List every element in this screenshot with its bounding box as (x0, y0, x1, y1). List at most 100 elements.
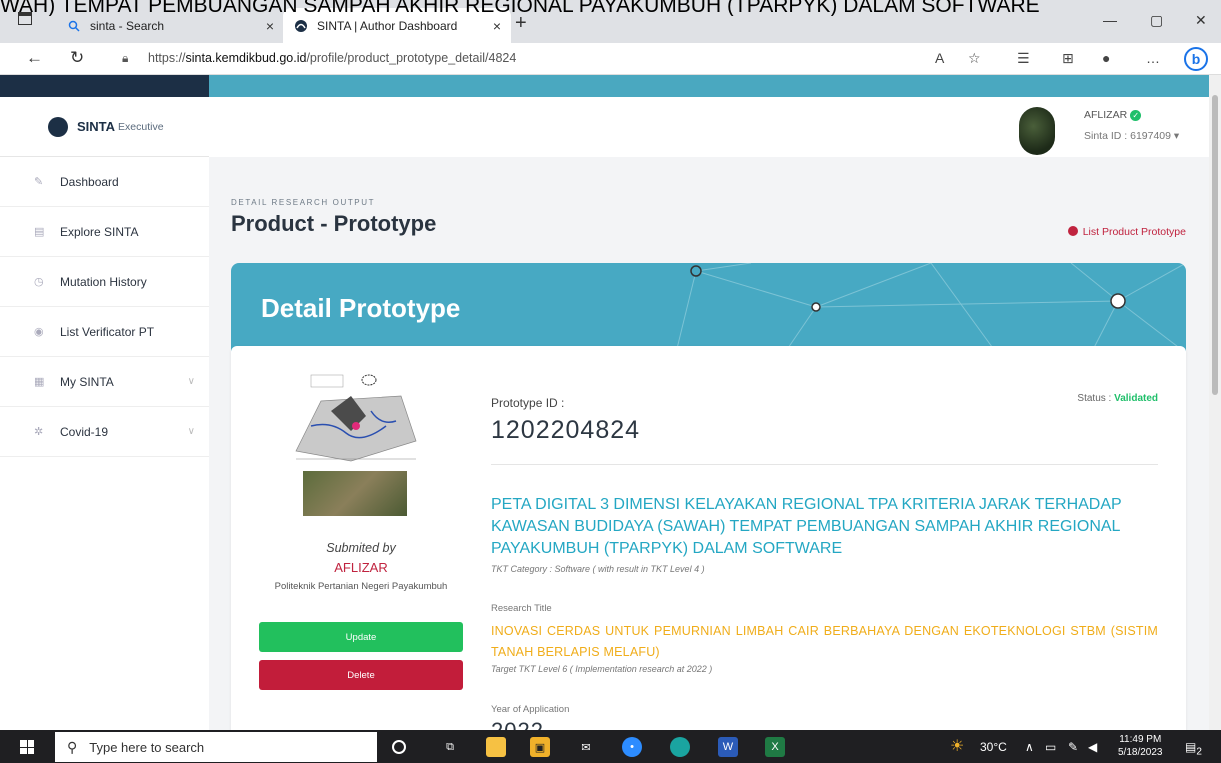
research-title: INOVASI CERDAS UNTUK PEMURNIAN LIMBAH CA… (491, 624, 1158, 659)
taskbar-search-placeholder: Type here to search (89, 739, 205, 755)
close-icon[interactable]: × (266, 18, 274, 34)
word-icon[interactable]: W (718, 737, 738, 757)
close-icon[interactable]: × (493, 18, 501, 34)
back-icon[interactable]: ← (26, 48, 43, 68)
user-name[interactable]: AFLIZAR ✓ (1084, 109, 1142, 121)
divider (491, 464, 1158, 465)
cortana-icon[interactable] (392, 740, 406, 754)
sidebar-item-mutation-history[interactable]: ◷ Mutation History (0, 257, 209, 307)
network-icon[interactable]: ▭ (1045, 740, 1056, 754)
document-icon: ▤ (34, 226, 45, 238)
page-kicker: DETAIL RESEARCH OUTPUT (231, 198, 376, 207)
mail-icon[interactable]: ✉ (576, 737, 596, 757)
brand-name: SINTA (77, 119, 116, 134)
page-viewport: SINTA Executive ✎ Dashboard ▤ Explore SI… (0, 75, 1209, 730)
clock[interactable]: 11:49 PM 5/18/2023 (1118, 733, 1163, 759)
prototype-title: PETA DIGITAL 3 DIMENSI KELAYAKAN REGIONA… (491, 496, 1122, 557)
tab-label: sinta - Search (90, 18, 165, 33)
edge-icon[interactable] (670, 737, 690, 757)
submitter-name[interactable]: AFLIZAR (231, 560, 491, 575)
page-scrollbar[interactable] (1209, 75, 1221, 730)
year-value: 2022 (491, 718, 544, 730)
url-field[interactable]: https://sinta.kemdikbud.go.id/profile/pr… (148, 51, 516, 65)
search-icon (66, 18, 82, 34)
zoom-icon[interactable]: • (622, 737, 642, 757)
list-product-prototype-link[interactable]: List Product Prototype (1067, 226, 1186, 238)
address-bar: ← ↻ 🔒︎ https://sinta.kemdikbud.go.id/pro… (0, 43, 1221, 75)
favorite-star-icon[interactable]: ☆ (968, 50, 981, 67)
taskbar: ⚲ Type here to search ⧉ ▣ ✉ • W X ☀ 30°C… (0, 730, 1221, 763)
temperature[interactable]: 30°C (980, 740, 1007, 754)
scrollbar-thumb[interactable] (1212, 95, 1218, 395)
chevron-down-icon: ∨ (187, 426, 195, 437)
sidebar-item-list-verificator[interactable]: ◉ List Verificator PT (0, 307, 209, 357)
chevron-down-icon: ∨ (187, 376, 195, 387)
search-icon: ⚲ (67, 738, 78, 755)
header: AFLIZAR ✓ Sinta ID : 6197409 ▾ (209, 97, 1209, 157)
verified-check-icon: ✓ (1130, 110, 1142, 121)
sidebar-item-my-sinta[interactable]: ▦ My SINTA ∨ (0, 357, 209, 407)
file-explorer-icon[interactable] (486, 737, 506, 757)
store-icon[interactable]: ▣ (530, 737, 550, 757)
prototype-map-thumbnail[interactable] (291, 371, 421, 466)
bing-chat-icon[interactable]: b (1184, 47, 1208, 71)
history-icon: ◷ (34, 276, 44, 288)
notifications-icon[interactable]: ▤2 (1185, 740, 1202, 757)
favorites-icon[interactable]: ☰ (1017, 50, 1030, 67)
sidebar-item-dashboard[interactable]: ✎ Dashboard (0, 157, 209, 207)
volume-icon[interactable]: ◀ (1088, 740, 1097, 754)
sinta-id[interactable]: Sinta ID : 6197409 ▾ (1084, 130, 1179, 142)
brand-logo[interactable]: SINTA Executive (0, 97, 209, 157)
tkt-category: TKT Category : Software ( with result in… (491, 564, 705, 574)
excel-icon[interactable]: X (765, 737, 785, 757)
satellite-thumbnail[interactable] (303, 471, 407, 516)
sidebar-item-label: My SINTA (60, 374, 114, 389)
sidebar-top-band (0, 75, 209, 97)
sidebar-item-label: Covid-19 (60, 424, 109, 439)
sidebar-item-explore-sinta[interactable]: ▤ Explore SINTA (0, 207, 209, 257)
collections-icon[interactable]: ⊞ (1062, 50, 1074, 67)
brand-sub: Executive (118, 120, 164, 133)
year-label: Year of Application (491, 704, 570, 715)
sidebar-item-label: Mutation History (60, 274, 147, 289)
detail-card: Submited by AFLIZAR Politeknik Pertanian… (231, 346, 1186, 730)
tab-label: SINTA | Author Dashboard (317, 18, 458, 33)
sinta-icon (293, 18, 309, 34)
profile-icon[interactable]: ● (1102, 50, 1110, 66)
prototype-id-label: Prototype ID : (491, 396, 565, 410)
page-title: Product - Prototype (231, 211, 437, 236)
pen-icon[interactable]: ✎ (1068, 740, 1078, 754)
prototype-id: 1202204824 (491, 416, 641, 444)
weather-icon[interactable]: ☀ (950, 736, 964, 756)
more-options-icon[interactable]: … (1146, 50, 1160, 66)
submitted-by-label: Submited by (326, 541, 396, 555)
taskbar-search[interactable]: ⚲ Type here to search (55, 732, 377, 762)
task-view-icon[interactable]: ⧉ (440, 737, 460, 757)
windows-start-icon[interactable] (20, 740, 34, 754)
avatar[interactable] (1019, 107, 1055, 155)
overlay-page-title-text: WAH) TEMPAT PEMBUANGAN SAMPAH AKHIR REGI… (0, 0, 1040, 16)
pencil-icon: ✎ (34, 176, 44, 188)
virus-icon: ✲ (34, 426, 44, 438)
target-tkt: Target TKT Level 6 ( Implementation rese… (491, 664, 713, 674)
back-circle-icon (1067, 226, 1078, 236)
delete-button[interactable]: Delete (259, 660, 463, 690)
grid-icon: ▦ (34, 376, 45, 388)
research-title-label: Research Title (491, 603, 552, 614)
read-aloud-icon[interactable]: A (935, 50, 944, 66)
chevron-down-icon: ▾ (1173, 130, 1180, 142)
sinta-logo-icon (48, 116, 68, 137)
tray-chevron-icon[interactable]: ∧ (1025, 740, 1034, 754)
refresh-icon[interactable]: ↻ (70, 48, 84, 68)
hero-title: Detail Prototype (261, 293, 461, 323)
top-band (209, 75, 1209, 97)
update-button[interactable]: Update (259, 622, 463, 652)
sidebar-item-covid[interactable]: ✲ Covid-19 ∨ (0, 407, 209, 457)
sidebar-item-label: Dashboard (60, 174, 119, 189)
status-badge: Status : Validated (1077, 393, 1158, 404)
sidebar-item-label: Explore SINTA (60, 224, 139, 239)
sidebar: SINTA Executive ✎ Dashboard ▤ Explore SI… (0, 75, 209, 730)
user-icon: ◉ (34, 326, 44, 338)
institution-name: Politeknik Pertanian Negeri Payakumbuh (274, 581, 448, 592)
lock-icon[interactable]: 🔒︎ (122, 51, 128, 66)
